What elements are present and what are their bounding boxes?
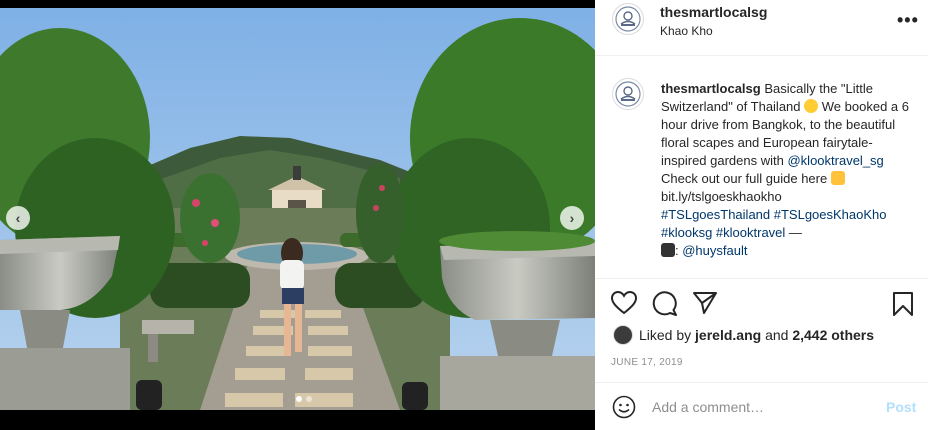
mention-link[interactable]: @klooktravel_sg: [787, 153, 883, 168]
tsl-logo-icon: [615, 6, 641, 32]
photo-letterbox: [0, 410, 595, 430]
pointing-hand-icon: [830, 171, 845, 185]
carousel-dots: [296, 396, 312, 402]
likes-prefix: Liked by: [639, 327, 692, 343]
post-comment-button[interactable]: Post: [886, 399, 916, 415]
caption-area: thesmartlocalsg Basically the "Little Sw…: [595, 70, 928, 278]
caption-text: thesmartlocalsg Basically the "Little Sw…: [661, 81, 909, 258]
camera-icon: [661, 243, 675, 257]
caption-text-3: Check out our full guide here: [661, 171, 828, 186]
comment-input[interactable]: [652, 397, 872, 417]
caption-username[interactable]: thesmartlocalsg: [661, 81, 761, 96]
author-username[interactable]: thesmartlocalsg: [660, 4, 767, 20]
carousel-next-button[interactable]: ›: [560, 206, 584, 230]
emoji-icon[interactable]: [612, 395, 636, 419]
caption-dash: —: [788, 225, 802, 240]
photo-credit-link[interactable]: @huysfault: [682, 243, 747, 258]
comment-bar: Post: [595, 382, 928, 430]
garden-photo: [0, 8, 595, 410]
bookmark-icon[interactable]: [892, 291, 914, 317]
share-icon[interactable]: [692, 291, 718, 315]
caption-avatar[interactable]: [612, 78, 644, 110]
post-photo[interactable]: ‹ ›: [0, 8, 595, 410]
post-date[interactable]: JUNE 17, 2019: [611, 357, 683, 368]
post-actions: Liked by jereld.ang and 2,442 others JUN…: [595, 278, 928, 374]
likes-count[interactable]: 2,442 others: [792, 327, 874, 343]
carousel-dot: [306, 396, 312, 402]
tsl-logo-icon: [615, 81, 641, 107]
smiling-heart-eyes-icon: [804, 99, 819, 113]
likes-and: and: [765, 327, 789, 343]
author-avatar[interactable]: [612, 3, 644, 35]
hashtags[interactable]: #TSLgoesThailand #TSLgoesKhaoKho #klooks…: [661, 207, 887, 240]
more-icon[interactable]: •••: [897, 10, 919, 31]
post-side-panel: thesmartlocalsg Khao Kho ••• thesmartloc…: [595, 0, 928, 430]
likes-summary: Liked by jereld.ang and 2,442 others: [613, 325, 874, 345]
post-location[interactable]: Khao Kho: [660, 24, 713, 38]
carousel-dot: [296, 396, 302, 402]
comment-icon[interactable]: [652, 291, 678, 317]
post-header: thesmartlocalsg Khao Kho •••: [595, 0, 928, 56]
heart-icon[interactable]: [611, 291, 637, 315]
carousel-prev-button[interactable]: ‹: [6, 206, 30, 230]
liker-username[interactable]: jereld.ang: [695, 327, 761, 343]
caption-url: bit.ly/tslgoeskhaokho: [661, 189, 782, 204]
liker-avatar[interactable]: [613, 325, 633, 345]
